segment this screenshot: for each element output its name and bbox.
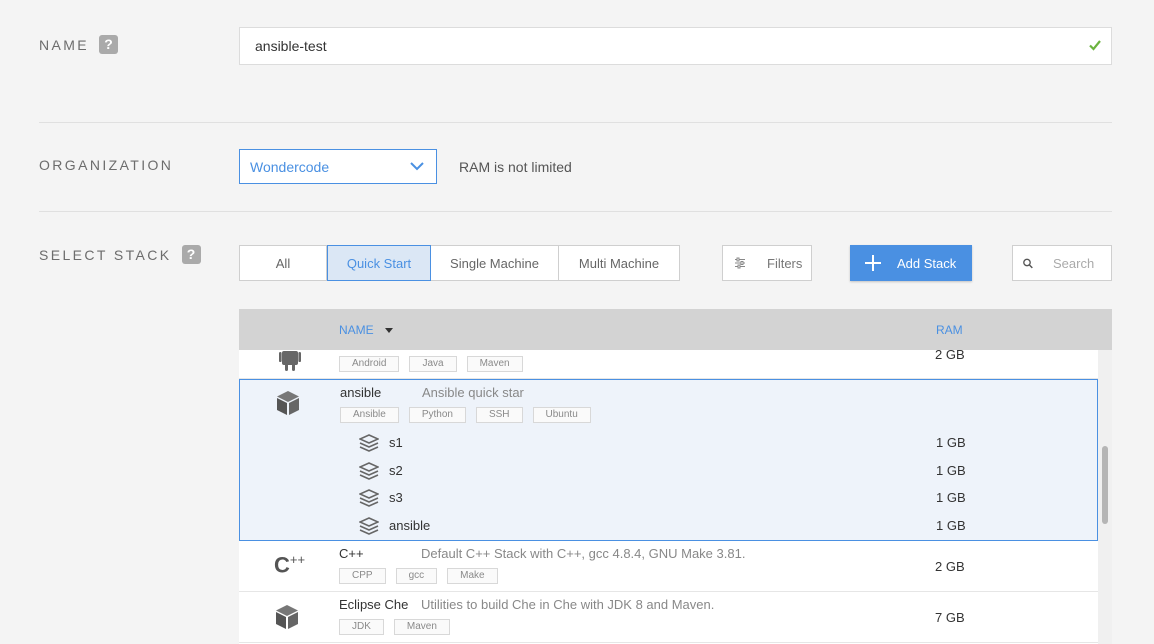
chevron-down-icon (398, 150, 436, 183)
tag: Maven (466, 356, 523, 372)
name-section-label: NAME ? (39, 35, 119, 54)
tag: JDK (339, 619, 384, 635)
stack-row-ansible[interactable]: ansible Ansible quick star Ansible Pytho… (239, 379, 1098, 541)
machine-row: s2 1 GB (240, 458, 1097, 484)
column-header-name[interactable]: NAME (339, 323, 394, 337)
tab-quick-start[interactable]: Quick Start (327, 245, 431, 281)
stack-ram: 2 GB (935, 559, 965, 574)
layers-icon (359, 462, 379, 480)
tag: Make (447, 568, 498, 584)
tab-multi-machine[interactable]: Multi Machine (559, 246, 679, 280)
layers-icon (359, 434, 379, 452)
stack-name: ansible (340, 385, 382, 400)
stack-row-android[interactable]: Android Java Maven 2 GB (239, 350, 1098, 379)
plus-icon (865, 255, 881, 271)
organization-select[interactable]: Wondercode (239, 149, 437, 184)
layers-icon (359, 517, 379, 535)
stack-ram: 7 GB (935, 610, 965, 625)
column-header-ram[interactable]: RAM (936, 323, 963, 337)
filters-label: Filters (767, 255, 803, 271)
organization-selected-value: Wondercode (250, 158, 330, 175)
add-stack-button[interactable]: Add Stack (850, 245, 972, 281)
machine-name: ansible (389, 518, 431, 533)
organization-section-label: ORGANIZATION (39, 157, 174, 173)
machine-ram: 1 GB (936, 463, 966, 478)
stack-name: Eclipse Che (339, 597, 409, 612)
machine-ram: 1 GB (936, 435, 966, 450)
stack-ram: 2 GB (935, 350, 965, 362)
tag: SSH (475, 407, 523, 423)
machine-name: s2 (389, 463, 403, 478)
stack-table-body: Android Java Maven 2 GB ansible Ansible … (239, 350, 1112, 644)
cpp-icon: C++ (274, 552, 306, 578)
scrollbar-thumb[interactable] (1102, 446, 1108, 524)
tag: CPP (339, 568, 386, 584)
tag: Java (409, 356, 457, 372)
tag: Ansible (340, 407, 399, 423)
tag: Android (339, 356, 400, 372)
filter-sliders-icon (735, 257, 745, 269)
name-input[interactable] (240, 28, 1075, 64)
stack-tags: Android Java Maven (339, 356, 533, 372)
select-stack-section-label: SELECT STACK ? (39, 245, 201, 264)
machine-row: s3 1 GB (240, 485, 1097, 511)
checkmark-icon (1089, 40, 1101, 51)
stack-description: Ansible quick star (422, 385, 524, 400)
machine-name: s3 (389, 490, 403, 505)
search-input[interactable] (1053, 255, 1111, 271)
stack-filter-tabs: All Quick Start Single Machine Multi Mac… (239, 245, 680, 281)
search-field[interactable] (1012, 245, 1112, 281)
stack-tags: JDK Maven (339, 619, 460, 635)
stack-table-header: NAME RAM (239, 309, 1112, 350)
ram-limit-note: RAM is not limited (459, 159, 572, 175)
tag: Ubuntu (532, 407, 591, 423)
machine-ram: 1 GB (936, 490, 966, 505)
stack-description: Default C++ Stack with C++, gcc 4.8.4, G… (421, 546, 746, 561)
filters-button[interactable]: Filters (722, 245, 812, 281)
stack-description: Utilities to build Che in Che with JDK 8… (421, 597, 715, 612)
search-icon (1023, 258, 1033, 268)
android-icon (279, 351, 301, 371)
tag: Python (408, 407, 466, 423)
help-icon[interactable]: ? (181, 245, 201, 264)
tag: gcc (395, 568, 438, 584)
machine-ram: 1 GB (936, 518, 966, 533)
tag: Maven (393, 619, 450, 635)
divider (39, 211, 1112, 212)
machine-name: s1 (389, 435, 403, 450)
add-stack-label: Add Stack (897, 255, 957, 271)
tab-single-machine[interactable]: Single Machine (431, 246, 559, 280)
divider (39, 122, 1112, 123)
tab-all[interactable]: All (240, 246, 327, 280)
stack-name: C++ (339, 546, 364, 561)
stack-row-eclipse-che[interactable]: Eclipse Che Utilities to build Che in Ch… (239, 592, 1098, 643)
name-field[interactable] (239, 27, 1112, 65)
machine-row: s1 1 GB (240, 430, 1097, 456)
machine-row: ansible 1 GB (240, 513, 1097, 539)
cube-icon (276, 605, 298, 629)
stack-tags: Ansible Python SSH Ubuntu (340, 407, 601, 423)
sort-descending-icon (385, 328, 394, 334)
layers-icon (359, 489, 379, 507)
cube-icon (277, 391, 299, 415)
table-scrollbar[interactable] (1098, 350, 1112, 644)
stack-row-cpp[interactable]: C++ C++ Default C++ Stack with C++, gcc … (239, 541, 1098, 592)
stack-tags: CPP gcc Make (339, 568, 508, 584)
help-icon[interactable]: ? (99, 35, 119, 54)
